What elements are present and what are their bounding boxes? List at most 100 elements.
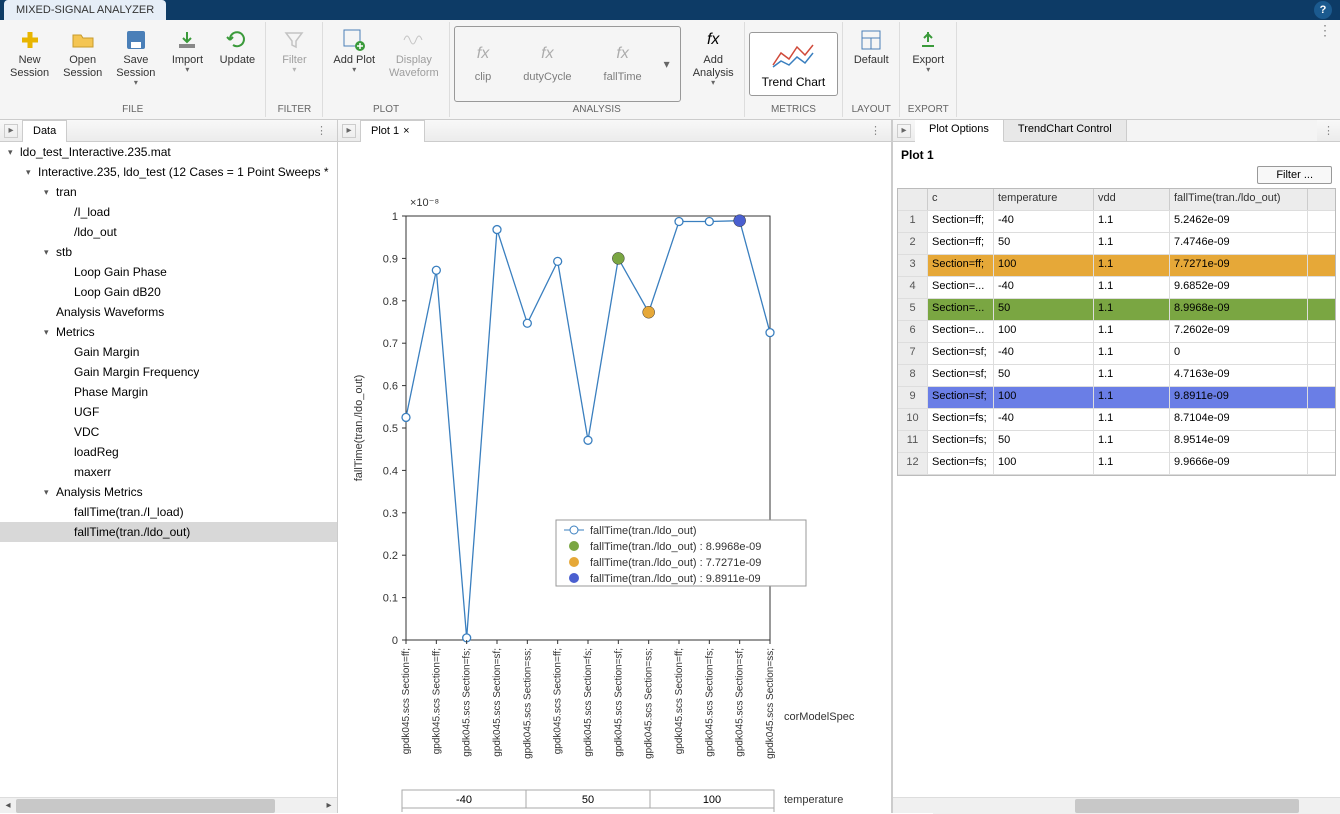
tree-node[interactable]: UGF xyxy=(0,402,337,422)
collapse-button[interactable]: ▸ xyxy=(342,124,356,138)
display-waveform-button: Display Waveform xyxy=(383,26,445,102)
table-row[interactable]: 11Section=fs;501.18.9514e-09 xyxy=(898,431,1335,453)
trend-plot[interactable]: ×10⁻⁸00.10.20.30.40.50.60.70.80.91fallTi… xyxy=(338,142,890,812)
tree-node[interactable]: /ldo_out xyxy=(0,222,337,242)
svg-text:50: 50 xyxy=(582,794,594,806)
toolstrip-more[interactable]: ⋮ xyxy=(1310,22,1340,117)
analysis-group-label: ANALYSIS xyxy=(454,102,740,117)
panel-menu[interactable]: ⋮ xyxy=(864,124,887,137)
svg-text:100: 100 xyxy=(703,794,721,806)
tree-node[interactable]: fallTime(tran./ldo_out) xyxy=(0,522,337,542)
default-layout-button[interactable]: Default xyxy=(847,26,895,102)
table-row[interactable]: 9Section=sf;1001.19.8911e-09 xyxy=(898,387,1335,409)
tree-node[interactable]: ▾stb xyxy=(0,242,337,262)
data-grid[interactable]: ctemperaturevddfallTime(tran./ldo_out)1S… xyxy=(897,188,1336,476)
fx-falltime[interactable]: fxfallTime xyxy=(588,45,658,83)
tree-node[interactable]: maxerr xyxy=(0,462,337,482)
export-group-label: EXPORT xyxy=(904,102,952,117)
help-icon[interactable]: ? xyxy=(1314,1,1332,19)
close-icon[interactable]: × xyxy=(399,125,413,137)
horizontal-scrollbar[interactable]: ◂ ▸ xyxy=(0,797,337,813)
update-button[interactable]: Update xyxy=(213,26,261,102)
plot-options-tab[interactable]: Plot Options xyxy=(915,120,1004,142)
svg-text:gpdk045.scs Section=ff;: gpdk045.scs Section=ff; xyxy=(401,648,412,754)
fx-clip[interactable]: fxclip xyxy=(459,45,508,83)
save-session-button[interactable]: Save Session ▾ xyxy=(110,26,161,102)
tree-node[interactable]: fallTime(tran./I_load) xyxy=(0,502,337,522)
svg-text:gpdk045.scs Section=sf;: gpdk045.scs Section=sf; xyxy=(613,648,624,757)
add-analysis-button[interactable]: fx Add Analysis ▾ xyxy=(687,26,740,102)
tree-node[interactable]: VDC xyxy=(0,422,337,442)
import-button[interactable]: Import ▾ xyxy=(163,26,211,102)
svg-text:temperature: temperature xyxy=(784,794,843,806)
svg-text:-40: -40 xyxy=(456,794,472,806)
tree-node[interactable]: Loop Gain dB20 xyxy=(0,282,337,302)
table-row[interactable]: 10Section=fs;-401.18.7104e-09 xyxy=(898,409,1335,431)
svg-text:gpdk045.scs Section=ff;: gpdk045.scs Section=ff; xyxy=(553,648,564,754)
table-row[interactable]: 2Section=ff;501.17.4746e-09 xyxy=(898,233,1335,255)
trend-chart-icon xyxy=(769,39,817,71)
svg-text:gpdk045.scs Section=ff;: gpdk045.scs Section=ff; xyxy=(431,648,442,754)
table-row[interactable]: 5Section=...501.18.9968e-09 xyxy=(898,299,1335,321)
right-horizontal-scrollbar[interactable] xyxy=(893,797,1340,813)
tree-node[interactable]: ▾Analysis Metrics xyxy=(0,482,337,502)
data-tree[interactable]: ▾ldo_test_Interactive.235.mat▾Interactiv… xyxy=(0,142,337,797)
export-icon xyxy=(916,28,940,52)
table-row[interactable]: 12Section=fs;1001.19.9666e-09 xyxy=(898,453,1335,475)
tree-node[interactable]: Phase Margin xyxy=(0,382,337,402)
svg-text:fallTime(tran./ldo_out): fallTime(tran./ldo_out) xyxy=(590,525,697,537)
trend-chart-button[interactable]: Trend Chart xyxy=(749,32,839,96)
tree-node[interactable]: ▾ldo_test_Interactive.235.mat xyxy=(0,142,337,162)
right-panel: ▸ Plot Options TrendChart Control ⋮ Plot… xyxy=(892,120,1340,813)
tree-node[interactable]: ▾Interactive.235, ldo_test (12 Cases = 1… xyxy=(0,162,337,182)
fx-add-icon: fx xyxy=(701,28,725,52)
layout-icon xyxy=(859,28,883,52)
collapse-button[interactable]: ▸ xyxy=(897,124,911,138)
waveform-icon xyxy=(402,28,426,52)
panel-menu[interactable]: ⋮ xyxy=(1317,124,1340,137)
tree-node[interactable]: ▾Metrics xyxy=(0,322,337,342)
titlebar: MIXED-SIGNAL ANALYZER ? xyxy=(0,0,1340,20)
titlebar-tab[interactable]: MIXED-SIGNAL ANALYZER xyxy=(4,0,166,20)
tree-node[interactable]: loadReg xyxy=(0,442,337,462)
plot-tab[interactable]: Plot 1× xyxy=(360,120,425,142)
collapse-button[interactable]: ▸ xyxy=(4,124,18,138)
fx-icon: fx xyxy=(477,45,489,63)
tree-node[interactable]: ▾tran xyxy=(0,182,337,202)
table-row[interactable]: 3Section=ff;1001.17.7271e-09 xyxy=(898,255,1335,277)
analysis-gallery[interactable]: fxclip fxdutyCycle fxfallTime ▾ xyxy=(454,26,681,102)
svg-text:0.7: 0.7 xyxy=(383,338,398,350)
svg-text:fallTime(tran./ldo_out) : 8.: fallTime(tran./ldo_out) : 8.9968e-09 xyxy=(590,541,761,553)
tree-node[interactable]: Gain Margin Frequency xyxy=(0,362,337,382)
open-session-button[interactable]: Open Session xyxy=(57,26,108,102)
svg-text:corModelSpec: corModelSpec xyxy=(784,711,855,723)
svg-text:fallTime(tran./ldo_out): fallTime(tran./ldo_out) xyxy=(353,375,365,482)
svg-text:0.6: 0.6 xyxy=(383,381,398,393)
table-row[interactable]: 6Section=...1001.17.2602e-09 xyxy=(898,321,1335,343)
table-row[interactable]: 4Section=...-401.19.6852e-09 xyxy=(898,277,1335,299)
table-row[interactable]: 7Section=sf;-401.10 xyxy=(898,343,1335,365)
add-plot-button[interactable]: Add Plot ▾ xyxy=(327,26,381,102)
trendchart-control-tab[interactable]: TrendChart Control xyxy=(1004,120,1127,141)
svg-text:gpdk045.scs Section=ss;: gpdk045.scs Section=ss; xyxy=(522,648,533,759)
gallery-expand[interactable]: ▾ xyxy=(658,57,676,71)
tree-node[interactable]: Loop Gain Phase xyxy=(0,262,337,282)
svg-text:1: 1 xyxy=(392,211,398,223)
fx-dutycycle[interactable]: fxdutyCycle xyxy=(507,45,587,83)
filter-rows-button[interactable]: Filter ... xyxy=(1257,166,1332,184)
layout-group-label: LAYOUT xyxy=(847,102,895,117)
new-session-button[interactable]: New Session xyxy=(4,26,55,102)
tree-node[interactable]: Analysis Waveforms xyxy=(0,302,337,322)
svg-text:0.2: 0.2 xyxy=(383,550,398,562)
data-tab[interactable]: Data xyxy=(22,120,67,142)
table-row[interactable]: 1Section=ff;-401.15.2462e-09 xyxy=(898,211,1335,233)
table-row[interactable]: 8Section=sf;501.14.7163e-09 xyxy=(898,365,1335,387)
import-icon xyxy=(175,28,199,52)
tree-node[interactable]: /I_load xyxy=(0,202,337,222)
panel-menu[interactable]: ⋮ xyxy=(310,124,333,137)
folder-open-icon xyxy=(71,28,95,52)
export-button[interactable]: Export ▾ xyxy=(904,26,952,102)
tree-node[interactable]: Gain Margin xyxy=(0,342,337,362)
svg-text:0.8: 0.8 xyxy=(383,296,398,308)
filter-button: Filter ▾ xyxy=(270,26,318,102)
